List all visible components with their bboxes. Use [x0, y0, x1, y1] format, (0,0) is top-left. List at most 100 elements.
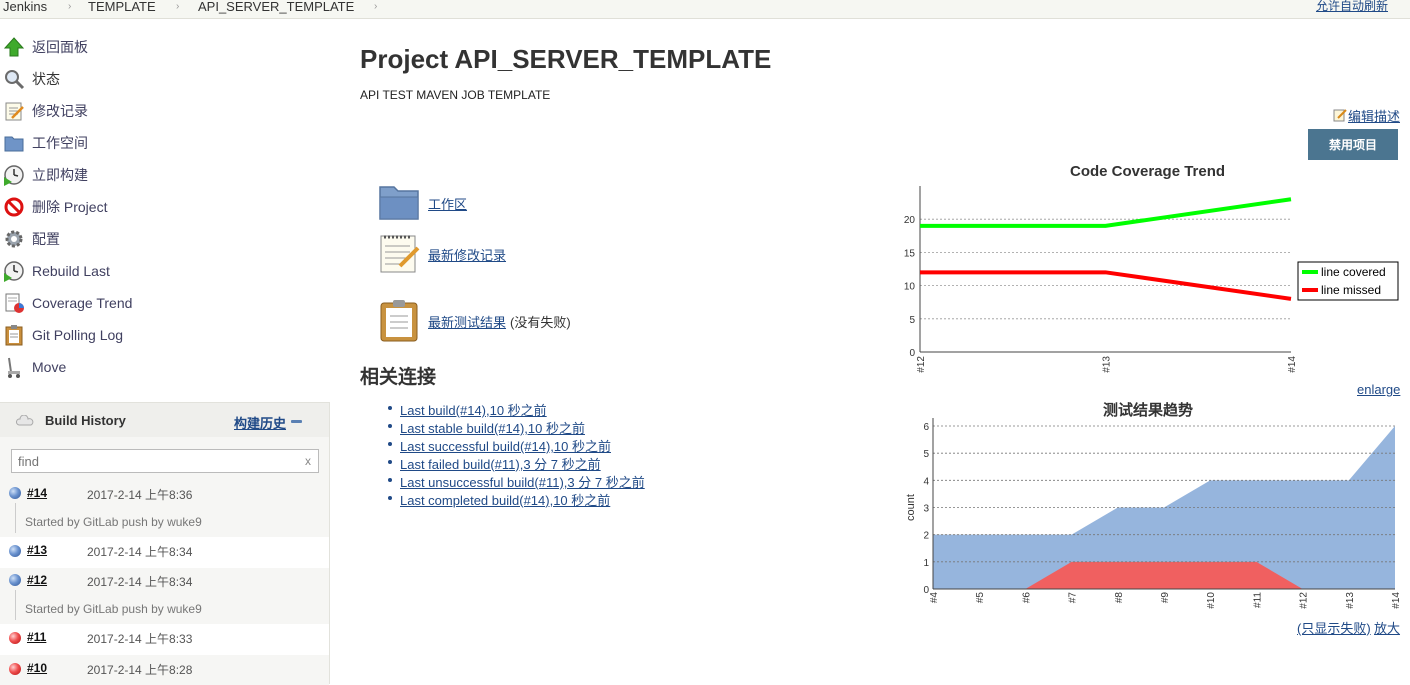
y-tick-label: 5	[923, 449, 929, 460]
build-search-input[interactable]	[11, 449, 319, 473]
enlarge-link[interactable]: enlarge	[1357, 382, 1400, 397]
breadcrumb-jenkins[interactable]: Jenkins	[3, 0, 47, 13]
sidebar-item-rebuild-last[interactable]: Rebuild Last	[3, 257, 110, 285]
x-tick-label: #7	[1068, 592, 1079, 604]
notepad-icon	[3, 100, 25, 122]
magnifier-icon	[3, 68, 25, 90]
sidebar-item-move[interactable]: Move	[3, 353, 66, 381]
sidebar-item-label[interactable]: Move	[32, 359, 66, 375]
list-item: Last stable build(#14),10 秒之前	[386, 418, 645, 436]
status-ball-icon	[9, 574, 21, 586]
workspace-link[interactable]: 工作区	[428, 194, 467, 213]
y-axis-label: count	[905, 494, 917, 521]
report-icon	[3, 292, 25, 314]
build-history-link[interactable]: 构建历史	[234, 413, 286, 432]
sidebar-item-back-to-dashboard[interactable]: 返回面板	[3, 33, 88, 61]
permalink[interactable]: Last build(#14),10 秒之前	[400, 403, 547, 418]
edit-icon	[1333, 108, 1347, 122]
x-tick-label: #10	[1206, 592, 1217, 609]
build-date: 2017-2-14 上午8:36	[87, 488, 193, 502]
y-tick-label: 0	[909, 348, 915, 359]
page-title: Project API_SERVER_TEMPLATE	[360, 44, 772, 74]
legend-label: line missed	[1321, 283, 1381, 297]
only-failed-link[interactable]: (只显示失败)	[1297, 618, 1371, 637]
disable-project-button[interactable]: 禁用项目	[1308, 129, 1398, 160]
sidebar-item-label[interactable]: 工作空间	[32, 133, 88, 153]
sidebar-item-build-now[interactable]: 立即构建	[3, 161, 88, 189]
permalink[interactable]: Last stable build(#14),10 秒之前	[400, 421, 585, 436]
build-date: 2017-2-14 上午8:34	[87, 575, 193, 589]
sidebar-item-label[interactable]: Git Polling Log	[32, 327, 123, 343]
collapse-icon[interactable]	[291, 420, 302, 423]
clipboard-icon	[378, 299, 422, 343]
sidebar-item-label[interactable]: 返回面板	[32, 37, 88, 57]
build-number-link[interactable]: #12	[27, 573, 47, 587]
clock-play-icon	[3, 260, 25, 282]
project-description: API TEST MAVEN JOB TEMPLATE	[360, 88, 551, 102]
list-item: Last unsuccessful build(#11),3 分 7 秒之前	[386, 472, 645, 490]
sidebar-item-label[interactable]: Rebuild Last	[32, 263, 110, 279]
divider	[15, 590, 16, 620]
x-tick-label: #9	[1160, 592, 1171, 604]
breadcrumb-template[interactable]: TEMPLATE	[88, 0, 156, 13]
build-number-link[interactable]: #13	[27, 543, 47, 557]
recent-changes-link-row[interactable]: 最新修改记录	[378, 232, 506, 276]
sidebar-item-delete-project[interactable]: 删除 Project	[3, 193, 107, 221]
auto-refresh-link[interactable]: 允许自动刷新	[1316, 0, 1388, 13]
build-number-link[interactable]: #14	[27, 486, 47, 500]
test-results-note: (没有失败)	[510, 314, 571, 330]
x-tick-label: #12	[916, 356, 927, 373]
gear-icon	[3, 228, 25, 250]
latest-test-results-link[interactable]: 最新测试结果	[428, 312, 506, 331]
status-ball-icon	[9, 545, 21, 557]
build-cause: Started by GitLab push by wuke9	[25, 602, 202, 616]
sidebar-item-label[interactable]: 删除 Project	[32, 197, 107, 217]
y-tick-label: 4	[923, 476, 929, 487]
build-row[interactable]: #14 2017-2-14 上午8:36 Started by GitLab p…	[0, 481, 329, 537]
status-ball-icon	[9, 487, 21, 499]
permalink[interactable]: Last failed build(#11),3 分 7 秒之前	[400, 457, 601, 472]
build-row[interactable]: #13 2017-2-14 上午8:34	[0, 537, 329, 568]
clear-search-icon[interactable]: x	[305, 454, 311, 468]
permalink[interactable]: Last completed build(#14),10 秒之前	[400, 493, 610, 508]
folder-icon	[3, 132, 25, 154]
workspace-link-row[interactable]: 工作区	[378, 181, 467, 225]
y-tick-label: 2	[923, 531, 929, 542]
sidebar-item-label[interactable]: 配置	[32, 229, 60, 249]
sidebar-item-status[interactable]: 状态	[3, 65, 60, 93]
status-ball-icon	[9, 632, 21, 644]
y-tick-label: 15	[904, 248, 916, 259]
sidebar-item-label[interactable]: 修改记录	[32, 101, 88, 121]
sidebar-item-git-polling-log[interactable]: Git Polling Log	[3, 321, 123, 349]
coverage-trend-chart[interactable]: 0 5 10 15 20 #12 #13 #14 line covered line missed	[896, 180, 1406, 382]
zoom-link[interactable]: 放大	[1374, 618, 1400, 637]
y-tick-label: 3	[923, 504, 929, 515]
sidebar-item-label[interactable]: 立即构建	[32, 165, 88, 185]
sidebar-item-changes[interactable]: 修改记录	[3, 97, 88, 125]
recent-changes-link[interactable]: 最新修改记录	[428, 245, 506, 264]
build-number-link[interactable]: #11	[27, 630, 46, 644]
test-result-trend-chart[interactable]: 0123456count#4 #5 #6 #7 #8 #9 #10 #11 #12 #13 #14	[900, 414, 1406, 614]
x-tick-label: #5	[975, 592, 986, 604]
build-row[interactable]: #11 2017-2-14 上午8:33	[0, 624, 329, 655]
sidebar-item-workspace[interactable]: 工作空间	[3, 129, 88, 157]
permalink[interactable]: Last successful build(#14),10 秒之前	[400, 439, 611, 454]
build-number-link[interactable]: #10	[27, 661, 47, 675]
x-tick-label: #13	[1345, 592, 1356, 609]
edit-description-link[interactable]: 编辑描述	[1348, 106, 1400, 125]
clock-play-icon	[3, 164, 25, 186]
permalink[interactable]: Last unsuccessful build(#11),3 分 7 秒之前	[400, 475, 645, 490]
test-results-link-row[interactable]: 最新测试结果 (没有失败)	[378, 299, 571, 343]
legend-label: line covered	[1321, 265, 1386, 279]
build-row[interactable]: #12 2017-2-14 上午8:34 Started by GitLab p…	[0, 568, 329, 624]
build-date: 2017-2-14 上午8:28	[87, 663, 193, 677]
breadcrumb-api-server-template[interactable]: API_SERVER_TEMPLATE	[198, 0, 354, 13]
sidebar-item-label[interactable]: Coverage Trend	[32, 295, 132, 311]
sidebar-item-configure[interactable]: 配置	[3, 225, 60, 253]
coverage-chart-title: Code Coverage Trend	[1070, 163, 1226, 180]
y-tick-label: 10	[904, 282, 916, 293]
sidebar-item-label[interactable]: 状态	[32, 69, 60, 89]
build-row[interactable]: #10 2017-2-14 上午8:28	[0, 655, 329, 685]
y-tick-label: 20	[904, 215, 916, 226]
sidebar-item-coverage-trend[interactable]: Coverage Trend	[3, 289, 132, 317]
